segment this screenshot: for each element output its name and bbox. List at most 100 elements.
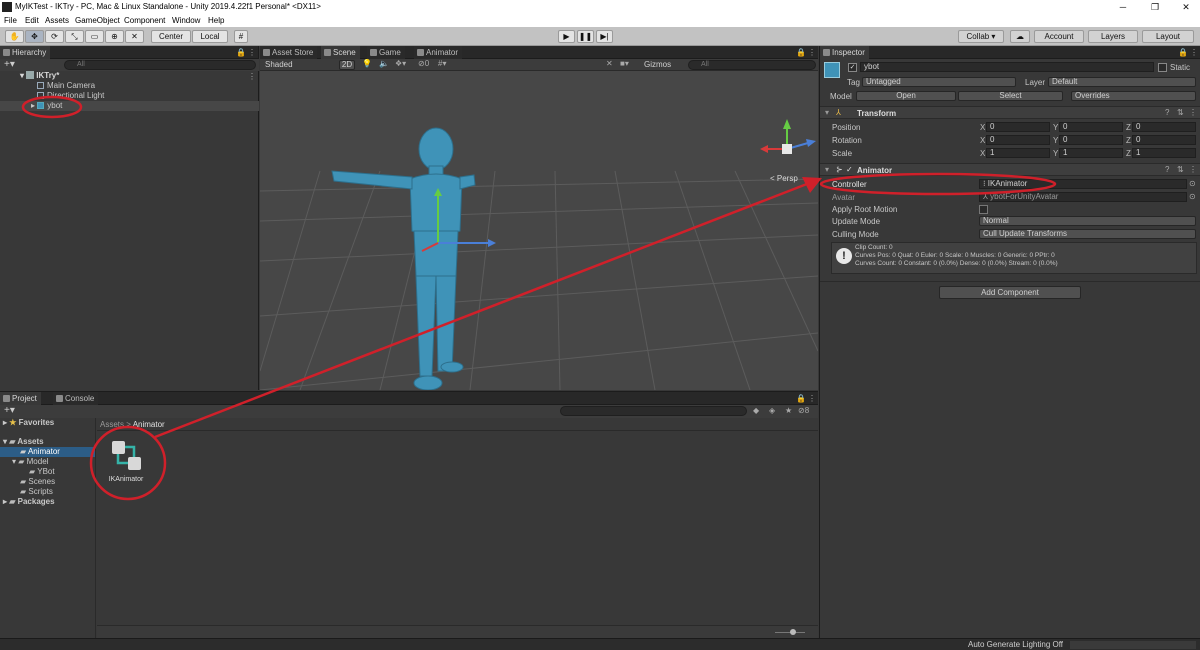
hand-tool-icon[interactable]: ✋: [5, 30, 24, 43]
menu-component[interactable]: Component: [124, 16, 165, 25]
account-dropdown[interactable]: Account: [1034, 30, 1084, 43]
audio-toggle-icon[interactable]: 🔈: [379, 59, 389, 68]
panel-menu-icon[interactable]: ⋮: [808, 394, 816, 403]
panel-menu-icon[interactable]: ⋮: [808, 48, 816, 57]
project-search-input[interactable]: [560, 406, 747, 416]
layer-dropdown[interactable]: Default: [1048, 77, 1196, 87]
lock-icon[interactable]: 🔒: [1178, 48, 1188, 57]
create-add-icon[interactable]: +▾: [4, 59, 15, 70]
apply-root-motion-checkbox[interactable]: [979, 205, 988, 214]
avatar-field[interactable]: ⅄ ybotFor­UnityAvatar: [979, 192, 1187, 202]
layers-dropdown[interactable]: Layers: [1088, 30, 1138, 43]
tab-game[interactable]: Game: [367, 46, 405, 59]
shading-mode-dropdown[interactable]: Shaded: [261, 60, 333, 70]
effects-toggle-icon[interactable]: ❖▾: [395, 59, 406, 68]
update-mode-dropdown[interactable]: Normal: [979, 216, 1196, 226]
scene-root-item[interactable]: ▾ IKTry*: [20, 71, 59, 81]
transform-tool-icon[interactable]: ⊕: [105, 30, 124, 43]
rotate-tool-icon[interactable]: ⟳: [45, 30, 64, 43]
mode-2d-button[interactable]: 2D: [339, 60, 355, 70]
object-picker-icon[interactable]: ⊙: [1189, 192, 1196, 201]
scale-y-field[interactable]: 1: [1059, 148, 1123, 158]
play-button[interactable]: ▶: [558, 30, 575, 43]
folder-model[interactable]: ▾ ▰ Model: [12, 457, 48, 467]
perspective-label[interactable]: < Persp: [770, 174, 798, 183]
component-menu-icon[interactable]: ⋮: [1189, 108, 1197, 117]
create-add-icon[interactable]: +▾: [4, 405, 15, 416]
tools-icon[interactable]: ✕: [606, 59, 613, 68]
lock-icon[interactable]: 🔒: [796, 394, 806, 403]
tab-console[interactable]: Console: [53, 392, 99, 405]
tab-inspector[interactable]: Inspector: [820, 46, 869, 59]
hierarchy-item-directional-light[interactable]: Directional Light: [37, 91, 104, 101]
help-icon[interactable]: ?: [1165, 165, 1169, 174]
preset-icon[interactable]: ⇅: [1177, 108, 1184, 117]
move-tool-icon[interactable]: ✥: [25, 30, 44, 43]
menu-window[interactable]: Window: [172, 16, 200, 25]
folder-scenes[interactable]: ▰ Scenes: [20, 477, 55, 487]
gizmos-dropdown[interactable]: Gizmos: [640, 60, 682, 70]
ybot-character[interactable]: [331, 127, 476, 390]
hidden-objects-icon[interactable]: ⊘0: [418, 59, 429, 68]
folder-ybot[interactable]: ▰ YBot: [29, 467, 55, 477]
tab-scene[interactable]: Scene: [321, 46, 360, 59]
search-by-label-icon[interactable]: ◈: [769, 406, 775, 415]
transform-header[interactable]: ▾ ⅄ Transform ? ⇅ ⋮: [820, 106, 1200, 119]
lock-icon[interactable]: 🔒: [796, 48, 806, 57]
panel-menu-icon[interactable]: ⋮: [1190, 48, 1198, 57]
favorite-star-icon[interactable]: ★: [785, 406, 792, 415]
menu-gameobject[interactable]: GameObject: [75, 16, 120, 25]
rect-tool-icon[interactable]: ▭: [85, 30, 104, 43]
controller-field[interactable]: ⁝ IKAnimator: [979, 179, 1187, 189]
custom-tool-icon[interactable]: ✕: [125, 30, 144, 43]
scale-x-field[interactable]: 1: [986, 148, 1050, 158]
hierarchy-item-main-camera[interactable]: Main Camera: [37, 81, 95, 91]
pivot-local-button[interactable]: Local: [192, 30, 228, 43]
tag-dropdown[interactable]: Untagged: [862, 77, 1016, 87]
object-name-field[interactable]: ybot: [860, 62, 1154, 72]
pause-button[interactable]: ❚❚: [577, 30, 594, 43]
scale-tool-icon[interactable]: ⤡: [65, 30, 84, 43]
menu-assets[interactable]: Assets: [45, 16, 69, 25]
fold-arrow-icon[interactable]: ▾: [825, 165, 829, 174]
favorites-item[interactable]: ▸ ★ Favorites: [3, 418, 54, 428]
select-button[interactable]: Select: [958, 91, 1063, 101]
grid-toggle-icon[interactable]: #▾: [438, 59, 446, 68]
animator-header[interactable]: ▾ ⊱ ✓ Animator ? ⇅ ⋮: [820, 163, 1200, 176]
folder-packages[interactable]: ▸ ▰ Packages: [3, 497, 55, 507]
menu-file[interactable]: File: [4, 16, 17, 25]
rotation-z-field[interactable]: 0: [1132, 135, 1196, 145]
static-checkbox[interactable]: [1158, 63, 1167, 72]
culling-mode-dropdown[interactable]: Cull Update Transforms: [979, 229, 1196, 239]
maximize-button[interactable]: ❐: [1147, 1, 1163, 13]
camera-icon[interactable]: ■▾: [620, 59, 629, 68]
hierarchy-search-input[interactable]: All: [64, 60, 256, 70]
rotation-x-field[interactable]: 0: [986, 135, 1050, 145]
tab-project[interactable]: Project: [0, 392, 41, 405]
hierarchy-item-ybot[interactable]: ▸ ybot: [31, 101, 62, 111]
preset-icon[interactable]: ⇅: [1177, 165, 1184, 174]
panel-menu-icon[interactable]: ⋮: [248, 48, 256, 57]
breadcrumb-assets[interactable]: Assets: [100, 420, 124, 429]
lock-icon[interactable]: 🔒: [236, 48, 246, 57]
close-button[interactable]: ✕: [1178, 1, 1194, 13]
search-by-type-icon[interactable]: ◆: [753, 406, 759, 415]
scene-menu-icon[interactable]: ⋮: [248, 72, 256, 81]
tab-asset-store[interactable]: Asset Store: [260, 46, 318, 59]
cloud-icon[interactable]: ☁: [1010, 30, 1030, 43]
component-menu-icon[interactable]: ⋮: [1189, 165, 1197, 174]
folder-animator[interactable]: ▰ Animator: [20, 447, 60, 457]
lighting-toggle-icon[interactable]: 💡: [362, 59, 372, 68]
lighting-status[interactable]: Auto Generate Lighting Off: [968, 640, 1063, 649]
orientation-gizmo[interactable]: [760, 119, 816, 154]
grid-snap-icon[interactable]: #: [234, 30, 248, 43]
layout-dropdown[interactable]: Layout: [1142, 30, 1194, 43]
pivot-center-button[interactable]: Center: [151, 30, 191, 43]
object-picker-icon[interactable]: ⊙: [1189, 179, 1196, 188]
rotation-y-field[interactable]: 0: [1059, 135, 1123, 145]
folder-scripts[interactable]: ▰ Scripts: [20, 487, 53, 497]
position-x-field[interactable]: 0: [986, 122, 1050, 132]
enabled-checkbox[interactable]: ✓: [846, 165, 853, 174]
active-checkbox[interactable]: ✓: [848, 63, 857, 72]
position-y-field[interactable]: 0: [1059, 122, 1123, 132]
